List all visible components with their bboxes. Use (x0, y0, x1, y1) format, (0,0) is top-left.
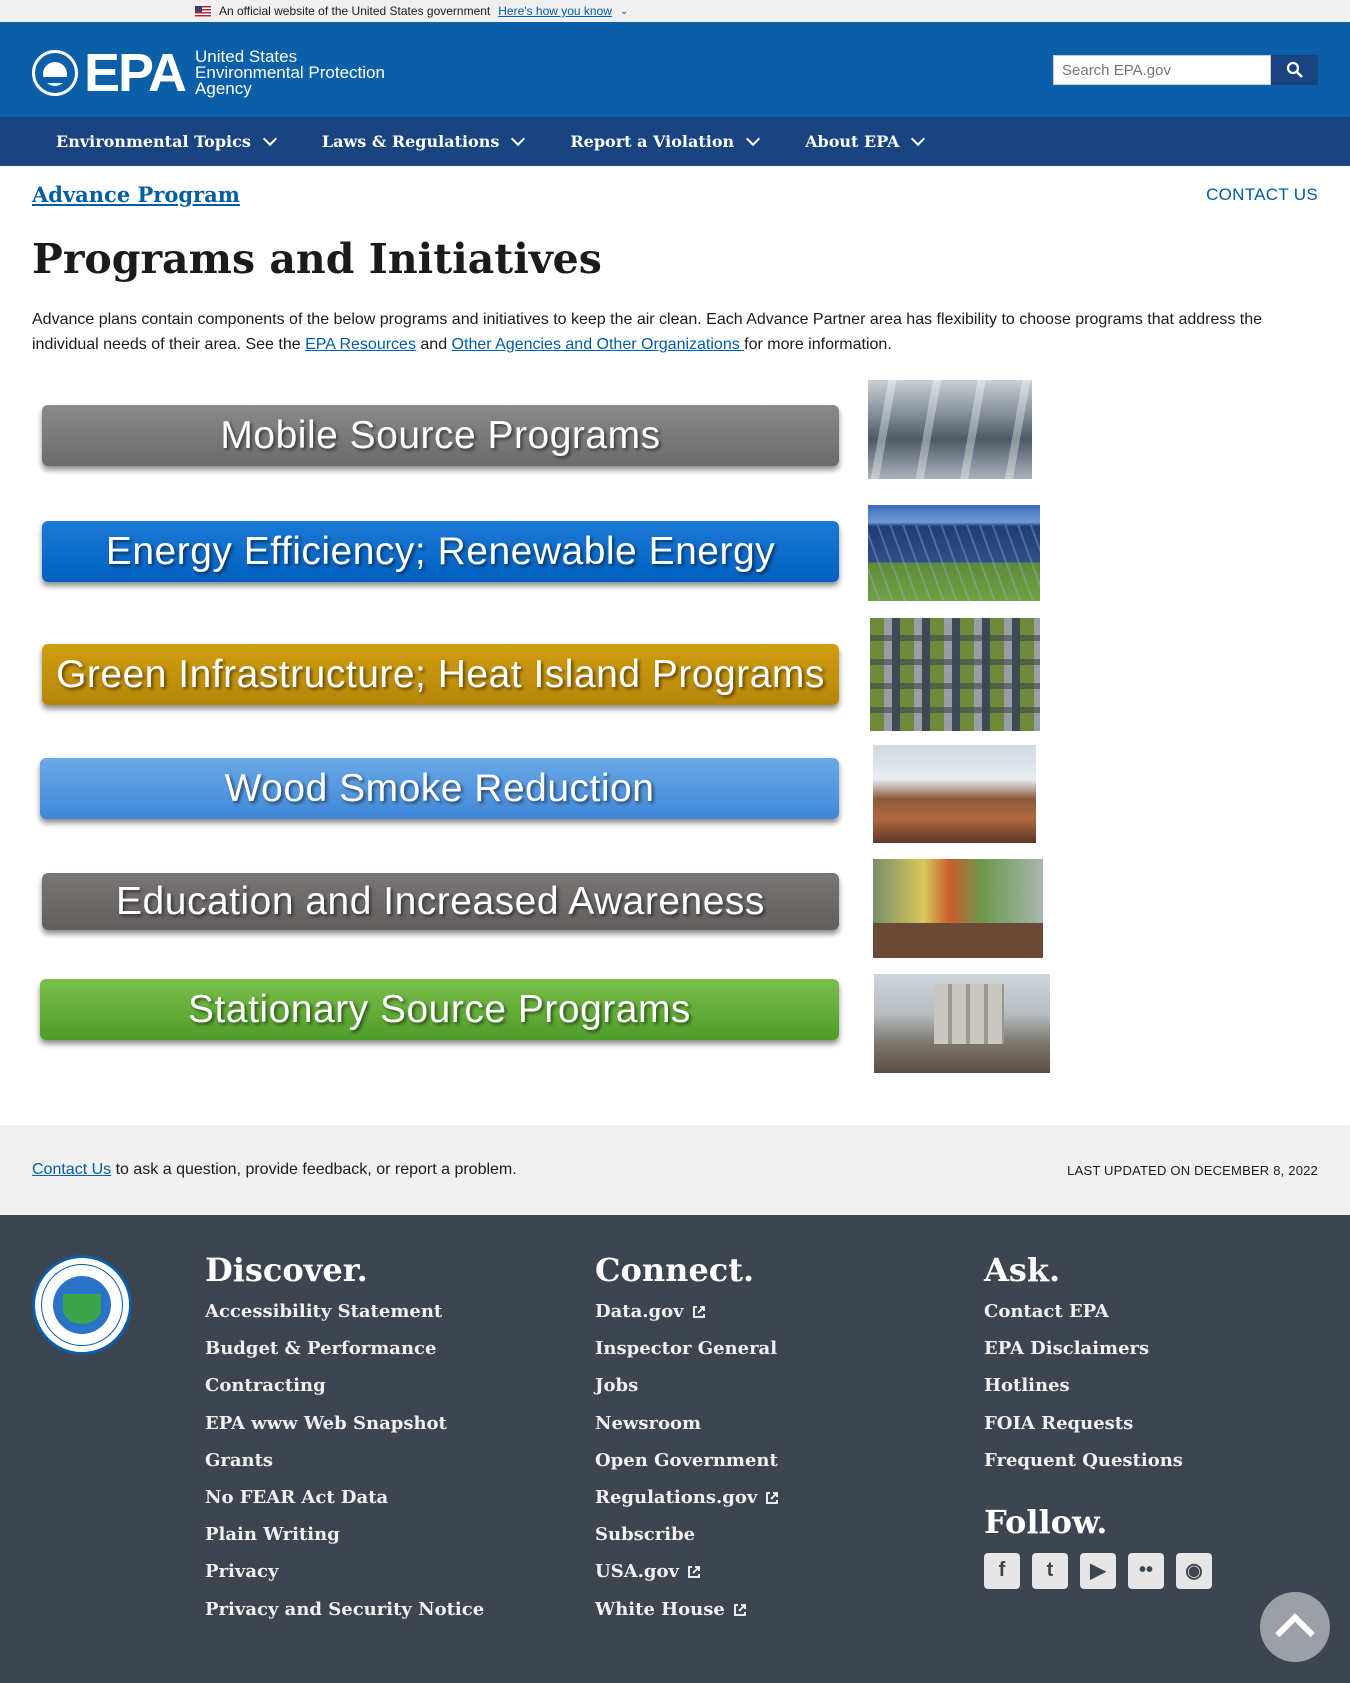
nav-laws-regulations[interactable]: Laws & Regulations (322, 131, 526, 151)
search-input[interactable] (1053, 55, 1271, 85)
footer-link[interactable]: No FEAR Act Data (205, 1487, 484, 1524)
ask-heading: Ask. (984, 1251, 1061, 1289)
footer-link[interactable]: Jobs (595, 1375, 779, 1412)
footer-link[interactable]: Budget & Performance (205, 1338, 484, 1375)
chevron-down-icon (262, 131, 277, 147)
gov-banner: An official website of the United States… (0, 0, 1350, 22)
flickr-icon[interactable]: •• (1128, 1552, 1164, 1589)
education-awareness-button[interactable]: Education and Increased Awareness (42, 873, 839, 930)
nav-about-epa[interactable]: About EPA (805, 131, 926, 151)
footer-link[interactable]: Contracting (205, 1375, 484, 1412)
footer-link[interactable]: Inspector General (595, 1338, 779, 1375)
chevron-down-icon (746, 131, 761, 147)
footer-link[interactable]: EPA www Web Snapshot (205, 1413, 484, 1450)
epa-logo[interactable]: EPA United States Environmental Protecti… (32, 46, 385, 100)
search-form (1053, 55, 1318, 85)
nav-environmental-topics[interactable]: Environmental Topics (56, 131, 277, 151)
footer-link[interactable]: Hotlines (984, 1375, 1212, 1412)
chimney-smoke-image[interactable] (873, 745, 1036, 843)
follow-heading: Follow. (984, 1502, 1108, 1541)
epa-resources-link[interactable]: EPA Resources (305, 336, 416, 353)
footer-link[interactable]: EPA Disclaimers (984, 1338, 1212, 1375)
footer-link[interactable]: Newsroom (595, 1413, 779, 1450)
seal-center (53, 1276, 111, 1334)
epa-seal-icon[interactable] (32, 1255, 132, 1355)
footer-link[interactable]: Contact EPA (984, 1301, 1212, 1338)
connect-heading: Connect. (595, 1251, 755, 1289)
contact-us-feedback-link[interactable]: Contact Us (32, 1161, 111, 1178)
footer-link[interactable]: Privacy (205, 1561, 484, 1598)
feedback-bar: Contact Us to ask a question, provide fe… (0, 1125, 1350, 1215)
footer-link[interactable]: USA.gov (595, 1561, 779, 1598)
last-updated: LAST UPDATED ON DECEMBER 8, 2022 (1067, 1162, 1318, 1178)
search-button[interactable] (1271, 55, 1318, 85)
footer-link[interactable]: FOIA Requests (984, 1413, 1212, 1450)
gov-banner-text: An official website of the United States… (219, 4, 491, 18)
main-nav: Environmental Topics Laws & Regulations … (0, 117, 1350, 166)
external-link-icon (692, 1306, 705, 1318)
solar-panels-image[interactable] (868, 505, 1040, 601)
footer-link[interactable]: Plain Writing (205, 1524, 484, 1561)
chevron-down-icon (911, 131, 926, 147)
site-header: EPA United States Environmental Protecti… (0, 22, 1350, 117)
logo-abbr: EPA (84, 43, 187, 103)
intro-paragraph: Advance plans contain components of the … (32, 311, 1263, 353)
chevron-down-icon[interactable]: ⌄ (620, 6, 628, 17)
social-links: f t ▶ •• ◉ (984, 1552, 1212, 1589)
footer-link[interactable]: Open Government (595, 1450, 779, 1487)
footer-link[interactable]: Privacy and Security Notice (205, 1599, 484, 1636)
external-link-icon (733, 1603, 746, 1616)
classroom-image[interactable] (873, 859, 1043, 958)
epa-flower-icon (32, 50, 78, 96)
cement-plant-image[interactable] (874, 974, 1050, 1073)
main-content: Advance Program CONTACT US Programs and … (0, 166, 1350, 1107)
youtube-icon[interactable]: ▶ (1080, 1552, 1116, 1589)
external-link-icon (688, 1566, 700, 1579)
programs-list: Mobile Source Programs Energy Efficiency… (32, 377, 1318, 1107)
footer-link[interactable]: Data.gov (595, 1301, 779, 1338)
traffic-jam-image[interactable] (868, 380, 1032, 479)
green-infrastructure-button[interactable]: Green Infrastructure; Heat Island Progra… (42, 644, 839, 705)
footer-link[interactable]: Regulations.gov (595, 1487, 779, 1524)
stationary-source-button[interactable]: Stationary Source Programs (40, 979, 839, 1040)
contact-us-link[interactable]: CONTACT US (1206, 185, 1318, 205)
footer-link[interactable]: Frequent Questions (984, 1450, 1212, 1487)
logo-agency-name: United States Environmental Protection A… (195, 47, 385, 98)
site-footer: Discover. Accessibility Statement Budget… (0, 1215, 1350, 1683)
energy-efficiency-button[interactable]: Energy Efficiency; Renewable Energy (42, 521, 839, 582)
other-agencies-link[interactable]: Other Agencies and Other Organizations (452, 336, 745, 353)
facebook-icon[interactable]: f (984, 1552, 1020, 1589)
us-flag-icon (195, 5, 211, 17)
back-to-top-button[interactable] (1260, 1592, 1330, 1662)
page-title: Programs and Initiatives (32, 235, 602, 283)
heres-how-you-know-link[interactable]: Here's how you know (498, 4, 612, 18)
footer-discover: Discover. Accessibility Statement Budget… (205, 1251, 484, 1636)
instagram-icon[interactable]: ◉ (1176, 1552, 1212, 1589)
footer-link[interactable]: White House (595, 1599, 779, 1636)
wood-smoke-reduction-button[interactable]: Wood Smoke Reduction (40, 758, 839, 819)
twitter-icon[interactable]: t (1032, 1552, 1068, 1589)
search-icon (1286, 61, 1303, 78)
discover-heading: Discover. (205, 1251, 368, 1289)
nav-report-violation[interactable]: Report a Violation (570, 131, 761, 151)
advance-program-link[interactable]: Advance Program (32, 182, 240, 207)
footer-link[interactable]: Subscribe (595, 1524, 779, 1561)
feedback-text: Contact Us to ask a question, provide fe… (32, 1161, 517, 1178)
chevron-down-icon (511, 131, 526, 147)
mobile-source-programs-button[interactable]: Mobile Source Programs (42, 405, 839, 466)
footer-ask: Ask. Contact EPA EPA Disclaimers Hotline… (984, 1251, 1212, 1589)
footer-link[interactable]: Grants (205, 1450, 484, 1487)
breadcrumb-row: Advance Program CONTACT US (32, 166, 1318, 223)
footer-connect: Connect. Data.gov Inspector General Jobs… (595, 1251, 779, 1636)
green-roofs-image[interactable] (870, 618, 1040, 731)
footer-link[interactable]: Accessibility Statement (205, 1301, 484, 1338)
external-link-icon (766, 1492, 779, 1504)
